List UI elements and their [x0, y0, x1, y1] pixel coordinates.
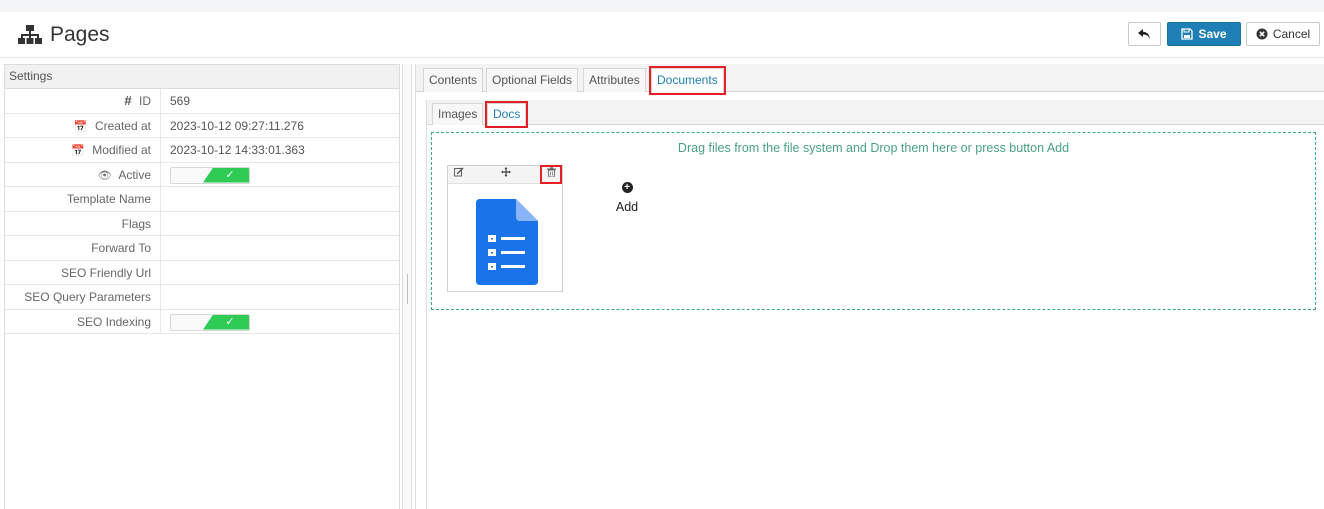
trash-icon[interactable] — [540, 165, 562, 184]
setting-label: Created at — [94, 118, 151, 133]
cancel-button[interactable]: Cancel — [1246, 22, 1320, 46]
setting-row-flags: Flags — [5, 211, 399, 236]
file-dropzone[interactable]: Drag files from the file system and Drop… — [431, 132, 1316, 310]
setting-row-created-at: 📅 Created at 2023-10-12 09:27:11.276 — [5, 113, 399, 138]
edit-icon[interactable] — [450, 167, 468, 182]
plus-circle-icon: + — [621, 182, 633, 193]
cancel-icon — [1256, 28, 1268, 40]
calendar-icon: 📅 — [73, 120, 88, 133]
documents-panel: Images Docs Drag files from the file sys… — [426, 100, 1324, 509]
active-toggle[interactable]: ✓ — [170, 166, 250, 184]
add-label: Add — [615, 200, 639, 214]
splitter-grip — [407, 274, 408, 304]
undo-icon — [1138, 28, 1150, 39]
save-button[interactable]: Save — [1167, 22, 1241, 46]
top-strip — [0, 0, 1324, 12]
setting-label: Active — [118, 167, 151, 182]
page-header: Pages Save Cancel — [0, 12, 1324, 58]
setting-value-modified-at: 2023-10-12 14:33:01.363 — [160, 138, 399, 162]
hash-icon: # — [124, 93, 132, 108]
setting-row-template-name: Template Name — [5, 187, 399, 212]
flags-field[interactable] — [160, 211, 399, 236]
setting-row-modified-at: 📅 Modified at 2023-10-12 14:33:01.363 — [5, 138, 399, 163]
setting-label: Template Name — [66, 192, 151, 206]
app-root: Pages Save Cancel Settings # ID 569 📅 Cr… — [0, 0, 1324, 509]
add-file-button[interactable]: + Add — [602, 179, 652, 214]
setting-row-active: 👁 Active ✓ — [5, 162, 399, 187]
setting-label: SEO Indexing — [76, 314, 151, 329]
subtab-images[interactable]: Images — [432, 103, 484, 125]
content-panel: Contents Optional Fields Attributes Docu… — [415, 64, 1324, 509]
tab-documents[interactable]: Documents — [649, 66, 726, 95]
setting-value-created-at: 2023-10-12 09:27:11.276 — [160, 113, 399, 138]
save-label: Save — [1198, 27, 1227, 41]
sitemap-icon — [18, 25, 42, 45]
settings-title: Settings — [5, 65, 399, 89]
document-card[interactable] — [447, 165, 563, 292]
settings-panel: Settings # ID 569 📅 Created at 2023-10-1… — [4, 64, 400, 509]
setting-label: Flags — [121, 216, 151, 231]
tab-contents[interactable]: Contents — [423, 68, 484, 92]
document-card-toolbar — [448, 165, 562, 184]
cancel-label: Cancel — [1272, 27, 1311, 41]
template-name-field[interactable] — [160, 187, 399, 211]
setting-label: SEO Friendly Url — [60, 265, 151, 280]
setting-label: Modified at — [92, 143, 151, 157]
setting-row-forward-to: Forward To — [5, 236, 399, 261]
toggle-check: ✓ — [203, 167, 249, 183]
toggle-check: ✓ — [203, 314, 249, 330]
setting-row-seo-friendly-url: SEO Friendly Url — [5, 260, 399, 285]
setting-row-seo-query-parameters: SEO Query Parameters — [5, 285, 399, 310]
page-title: Pages — [18, 21, 110, 49]
seo-friendly-url-field[interactable] — [160, 260, 399, 285]
eye-icon: 👁 — [97, 169, 112, 182]
tab-optional-fields[interactable]: Optional Fields — [486, 68, 579, 92]
tab-attributes[interactable]: Attributes — [583, 68, 646, 92]
undo-button[interactable] — [1128, 22, 1161, 46]
panel-splitter[interactable] — [402, 64, 412, 509]
dropzone-message: Drag files from the file system and Drop… — [677, 141, 1070, 155]
sub-tabs: Images Docs — [427, 100, 1324, 128]
document-icon — [476, 199, 538, 288]
move-icon[interactable] — [497, 167, 515, 182]
setting-label: ID — [139, 94, 151, 108]
setting-label: Forward To — [91, 241, 151, 255]
seo-query-parameters-field[interactable] — [160, 285, 399, 309]
save-icon — [1181, 28, 1194, 40]
page-title-text: Pages — [50, 23, 110, 46]
setting-label: SEO Query Parameters — [24, 290, 151, 304]
main-tabs: Contents Optional Fields Attributes Docu… — [416, 64, 1324, 95]
seo-indexing-toggle[interactable]: ✓ — [170, 313, 250, 331]
calendar-icon: 📅 — [71, 145, 85, 157]
setting-row-seo-indexing: SEO Indexing ✓ — [5, 309, 399, 334]
forward-to-field[interactable] — [160, 236, 399, 260]
setting-value-id: 569 — [160, 89, 399, 113]
setting-row-id: # ID 569 — [5, 89, 399, 114]
subtab-docs[interactable]: Docs — [484, 101, 529, 128]
